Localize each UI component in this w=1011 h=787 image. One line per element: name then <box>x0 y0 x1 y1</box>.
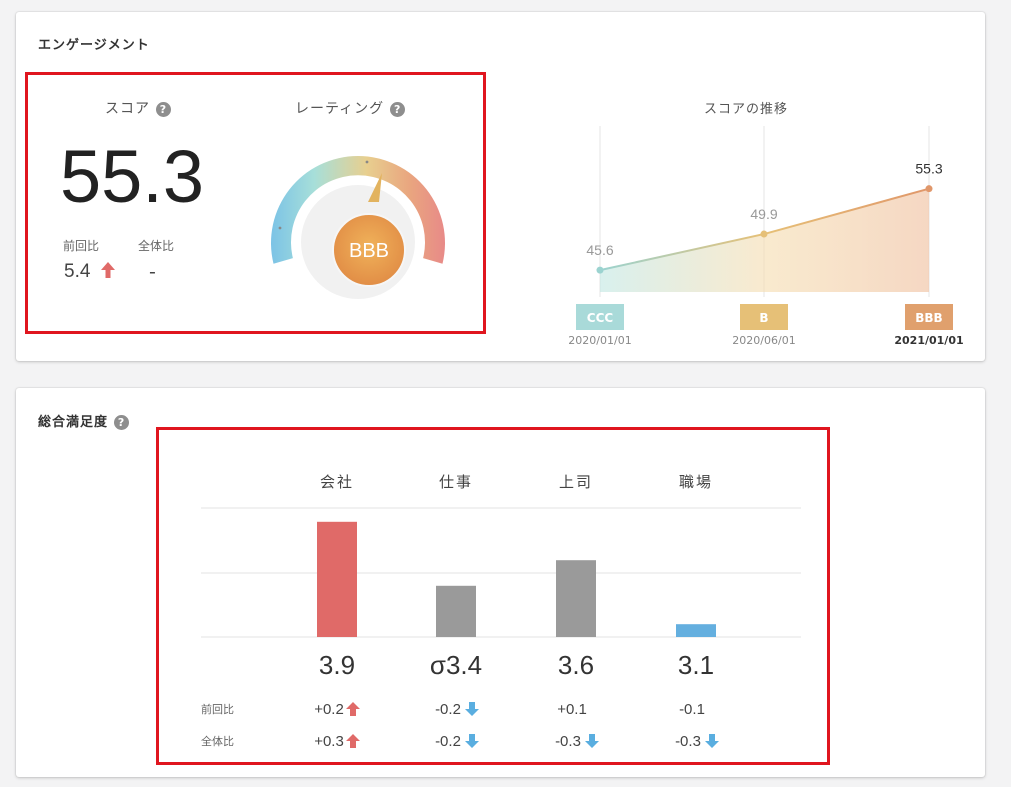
score-value: 55.3 <box>60 135 205 218</box>
category-label: 会社 <box>320 473 354 491</box>
trend-chart: 45.6 CCC 2020/01/01 49.9 B 2020/06/01 55.3 BBB 2… <box>568 126 964 347</box>
prev-row-label: 前回比 <box>201 702 234 716</box>
help-icon[interactable]: ? <box>390 101 406 117</box>
category-label: 仕事 <box>439 473 473 491</box>
score-prev-row: 5.4 <box>64 261 116 283</box>
rating-value: BBB <box>348 240 390 262</box>
engagement-title: エンゲージメント <box>38 38 150 53</box>
score-prev-label: 前回比 <box>63 239 100 253</box>
delta-value: +0.3 <box>314 733 344 750</box>
rating-label-row: レーティング? <box>295 98 406 118</box>
arrow-down-icon <box>705 734 719 748</box>
rating-badge-label: BBB <box>915 311 942 325</box>
score-overall-label: 全体比 <box>138 239 175 253</box>
trend-point <box>925 185 933 193</box>
trend-point-label: 55.3 <box>915 161 942 177</box>
trend-point-label: 45.6 <box>586 242 613 258</box>
rating-label: レーティング <box>295 101 385 117</box>
trend-date-label: 2021/01/01 <box>894 334 963 347</box>
category-label: 上司 <box>559 473 593 491</box>
rating-badge-label: B <box>759 311 768 325</box>
category-value: 3.6 <box>558 650 594 680</box>
arrow-up-icon <box>100 262 115 278</box>
arrow-up-icon <box>346 702 360 716</box>
arrow-down-icon <box>585 734 599 748</box>
overall-row-label: 全体比 <box>201 734 234 748</box>
bar <box>317 521 357 637</box>
help-icon[interactable]: ? <box>114 415 130 430</box>
help-icon[interactable]: ? <box>156 101 171 117</box>
rating-gauge <box>271 155 445 299</box>
bar <box>436 585 476 637</box>
delta-value: -0.3 <box>555 733 581 750</box>
delta-value: -0.3 <box>675 733 701 750</box>
delta-value: -0.1 <box>679 701 705 718</box>
category-value: σ3.4 <box>430 650 482 680</box>
delta-value: -0.2 <box>435 701 461 718</box>
trend-point <box>760 230 768 238</box>
trend-date-label: 2020/06/01 <box>732 334 795 347</box>
satisfaction-chart: 会社 仕事 上司 職場 3.9 σ3.4 3.6 3.1 前回比全体比 +0.2 -0.2 +0.1 -… <box>201 473 801 750</box>
satisfaction-title: 総合満足度 <box>38 415 109 430</box>
rating-badge-label: CCC <box>587 311 614 325</box>
trend-point <box>596 266 604 274</box>
satisfaction-card: 総合満足度? 会社 仕事 上司 職場 3.9 σ3.4 3.6 3.1 前回比全体比 +0.2 -0… <box>16 388 985 777</box>
score-prev-value: 5.4 <box>64 261 91 282</box>
bar <box>676 624 716 637</box>
delta-value: +0.1 <box>557 701 587 718</box>
category-value: 3.1 <box>678 650 714 680</box>
category-value: 3.9 <box>319 650 355 680</box>
trend-point-label: 49.9 <box>750 206 777 222</box>
arrow-down-icon <box>465 702 479 716</box>
arrow-up-icon <box>346 734 360 748</box>
delta-value: -0.2 <box>435 733 461 750</box>
score-label-row: スコア? <box>105 98 171 118</box>
score-overall-value: - <box>149 261 156 283</box>
category-label: 職場 <box>679 473 713 491</box>
arrow-down-icon <box>465 734 479 748</box>
engagement-card: エンゲージメント スコア? 55.3 前回比 全体比 5.4 - レーティング? <box>16 12 985 361</box>
trend-date-label: 2020/01/01 <box>568 334 631 347</box>
delta-value: +0.2 <box>314 701 344 718</box>
satisfaction-title-row: 総合満足度? <box>38 411 130 430</box>
score-label: スコア <box>105 101 150 117</box>
bar <box>556 560 596 637</box>
